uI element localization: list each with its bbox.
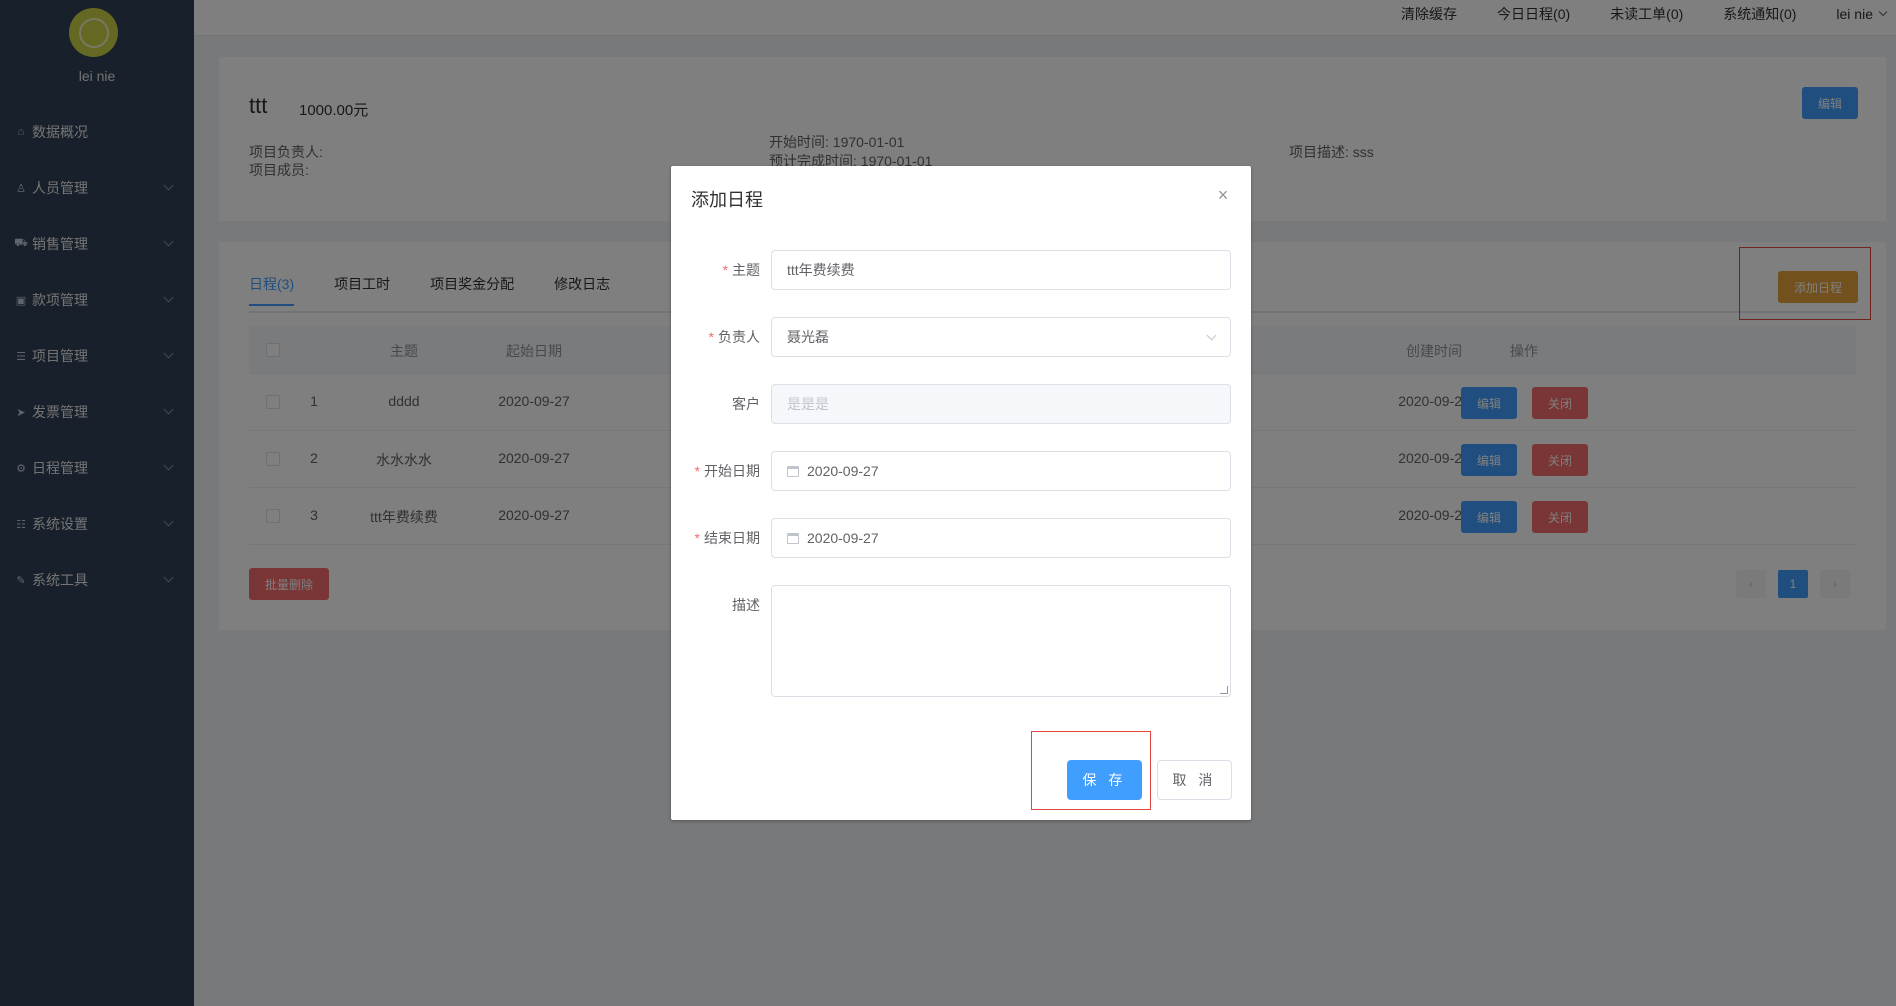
end-date-value: 2020-09-27: [807, 530, 879, 546]
calendar-icon: [787, 532, 799, 544]
customer-label: 客户: [732, 396, 760, 412]
cancel-button[interactable]: 取 消: [1157, 760, 1232, 800]
owner-value: 聂光磊: [787, 329, 829, 345]
chevron-down-icon: [1206, 330, 1217, 341]
calendar-icon: [787, 465, 799, 477]
end-date-picker[interactable]: 2020-09-27: [771, 518, 1231, 558]
resize-handle-icon[interactable]: [1220, 686, 1228, 694]
save-highlight: [1031, 731, 1151, 810]
start-date-value: 2020-09-27: [807, 463, 879, 479]
end-date-label: * 结束日期: [694, 530, 760, 546]
subject-input[interactable]: ttt年费续费: [771, 250, 1231, 290]
start-date-picker[interactable]: 2020-09-27: [771, 451, 1231, 491]
required-mark: *: [694, 530, 700, 546]
description-textarea[interactable]: [771, 585, 1231, 697]
subject-label: * 主题: [722, 262, 760, 278]
customer-input: 是是是: [771, 384, 1231, 424]
add-schedule-dialog: 添加日程 × * 主题 ttt年费续费 * 负责人 聂光磊 客户 是是是 * 开始日期…: [671, 166, 1251, 820]
owner-label: * 负责人: [708, 329, 760, 345]
required-mark: *: [708, 329, 714, 345]
start-date-label: * 开始日期: [694, 463, 760, 479]
dialog-title: 添加日程: [691, 190, 763, 210]
required-mark: *: [722, 262, 728, 278]
required-mark: *: [694, 463, 700, 479]
close-icon[interactable]: ×: [1215, 186, 1231, 204]
owner-select[interactable]: 聂光磊: [771, 317, 1231, 357]
description-label: 描述: [732, 597, 760, 613]
